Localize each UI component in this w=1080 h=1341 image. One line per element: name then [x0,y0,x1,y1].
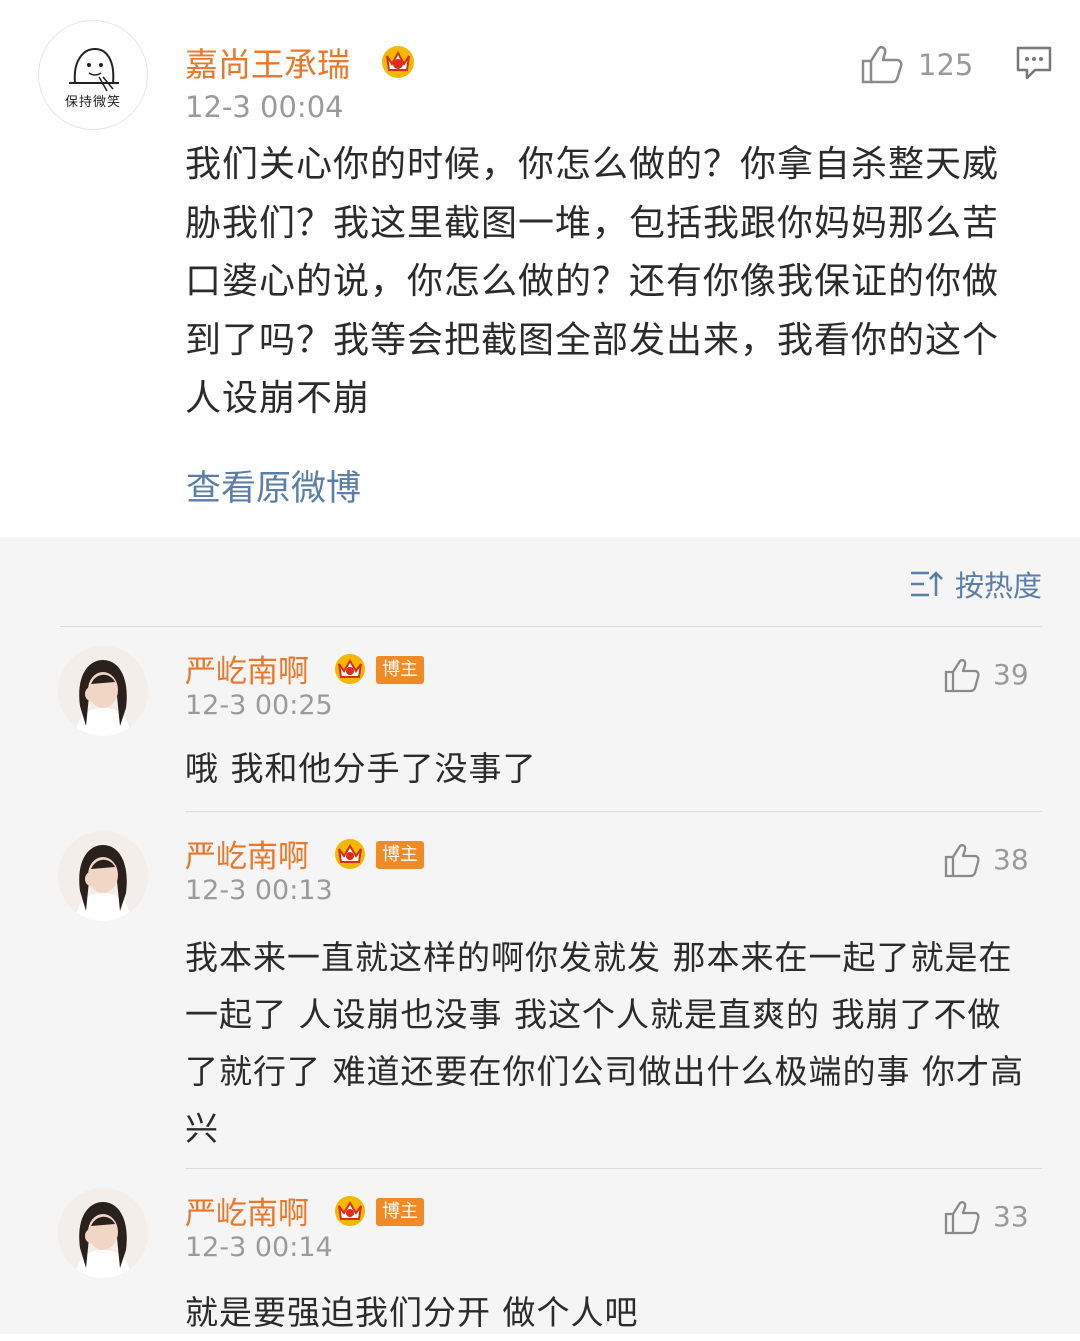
like-count: 33 [993,1200,1029,1233]
thumbs-up-icon[interactable] [943,842,981,878]
timestamp: 12-3 00:25 [185,690,333,721]
vip-crown-icon [335,1196,365,1226]
comment-text: 我们关心你的时候，你怎么做的？你拿自杀整天威胁我们？我这里截图一堆，包括我跟你妈… [185,144,1000,419]
timestamp: 12-3 00:13 [185,875,333,906]
vip-crown-icon [335,654,365,684]
avatar[interactable] [58,1188,148,1278]
sort-icon [910,571,943,597]
view-original-link[interactable]: 查看原微博 [186,460,361,511]
avatar[interactable]: 保持微笑 [38,20,148,130]
divider [185,811,1042,812]
username[interactable]: 严屹南啊 [185,831,309,876]
like-count: 38 [993,843,1029,876]
timestamp: 12-3 00:04 [185,90,344,124]
username[interactable]: 严屹南啊 [185,646,309,691]
sort-button[interactable]: 按热度 [909,563,1042,605]
main-comment: 保持微笑 嘉尚王承瑞 12-3 00:04 125 我们关心你的时候，你怎么做的… [0,0,1080,537]
thumbs-up-icon[interactable] [943,657,981,693]
reply-text: 我本来一直就这样的啊你发就发 那本来在一起了就是在一起了 人设崩也没事 我这个人… [185,938,1024,1148]
avatar[interactable] [58,646,148,736]
divider [185,1168,1042,1169]
like-count: 125 [918,48,974,82]
sort-label: 按热度 [954,569,1042,603]
avatar-photo [58,831,148,921]
like-count: 39 [993,658,1029,691]
thumbs-up-icon[interactable] [860,44,904,84]
avatar-photo [58,646,148,736]
vip-crown-icon [382,46,414,78]
divider [60,626,1042,627]
avatar-photo [58,1188,148,1278]
doodle-face-icon [69,47,119,92]
comment-icon[interactable] [1015,45,1053,81]
username[interactable]: 嘉尚王承瑞 [185,38,350,86]
username[interactable]: 严屹南啊 [185,1188,309,1233]
reply-text: 哦 我和他分手了没事了 [185,749,537,788]
reply-text: 就是要强迫我们分开 做个人吧 [185,1293,639,1332]
avatar-caption: 保持微笑 [64,95,121,110]
avatar[interactable] [58,831,148,921]
replies-section: 按热度 严屹南啊 博主 12-3 00:25 39 哦 我和他分手了没事了 严屹… [0,537,1080,1334]
blogger-badge: 博主 [376,656,424,684]
timestamp: 12-3 00:14 [185,1232,333,1263]
thumbs-up-icon[interactable] [943,1199,981,1235]
blogger-badge: 博主 [376,841,424,869]
vip-crown-icon [335,839,365,869]
blogger-badge: 博主 [376,1198,424,1226]
